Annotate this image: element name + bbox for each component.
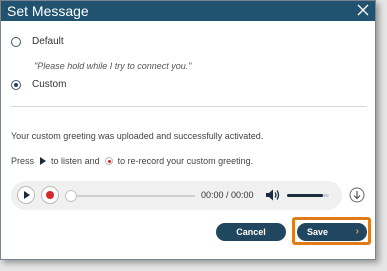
play-button[interactable] xyxy=(17,186,35,204)
audio-player: 00:00 / 00:00 xyxy=(11,181,342,210)
time-display: 00:00 / 00:00 xyxy=(201,190,254,200)
volume-slider[interactable] xyxy=(287,194,329,197)
instructions-part3: to re-record your custom greeting. xyxy=(117,156,254,166)
instructions-part2: to listen and xyxy=(51,156,100,166)
close-icon[interactable] xyxy=(356,3,370,17)
option-custom[interactable]: Custom xyxy=(11,79,66,90)
download-icon[interactable] xyxy=(349,187,365,203)
cancel-button[interactable]: Cancel xyxy=(216,223,286,241)
instructions-part1: Press xyxy=(11,156,35,166)
option-default[interactable]: Default xyxy=(11,36,64,47)
instructions-text: Press to listen and to re-record your cu… xyxy=(11,156,253,166)
record-button[interactable] xyxy=(41,186,59,204)
option-custom-label: Custom xyxy=(32,79,67,90)
divider xyxy=(11,106,367,107)
seek-handle[interactable] xyxy=(65,190,77,202)
seek-track[interactable] xyxy=(71,195,195,197)
dialog-title: Set Message xyxy=(7,3,89,19)
radio-custom[interactable] xyxy=(11,79,21,90)
chevron-right-icon: › xyxy=(355,226,359,237)
set-message-dialog: Set Message Default "Please hold while I… xyxy=(0,0,376,260)
upload-status-text: Your custom greeting was uploaded and su… xyxy=(11,131,264,141)
title-bar: Set Message xyxy=(1,1,375,21)
default-message-preview: "Please hold while I try to connect you.… xyxy=(34,61,192,71)
save-button[interactable]: Save › xyxy=(297,223,367,241)
record-icon xyxy=(105,157,114,165)
option-default-label: Default xyxy=(32,36,64,47)
play-icon xyxy=(39,157,46,165)
radio-default[interactable] xyxy=(11,36,21,47)
volume-level xyxy=(287,194,323,197)
volume-icon[interactable] xyxy=(265,188,281,202)
save-button-label: Save xyxy=(307,227,329,237)
